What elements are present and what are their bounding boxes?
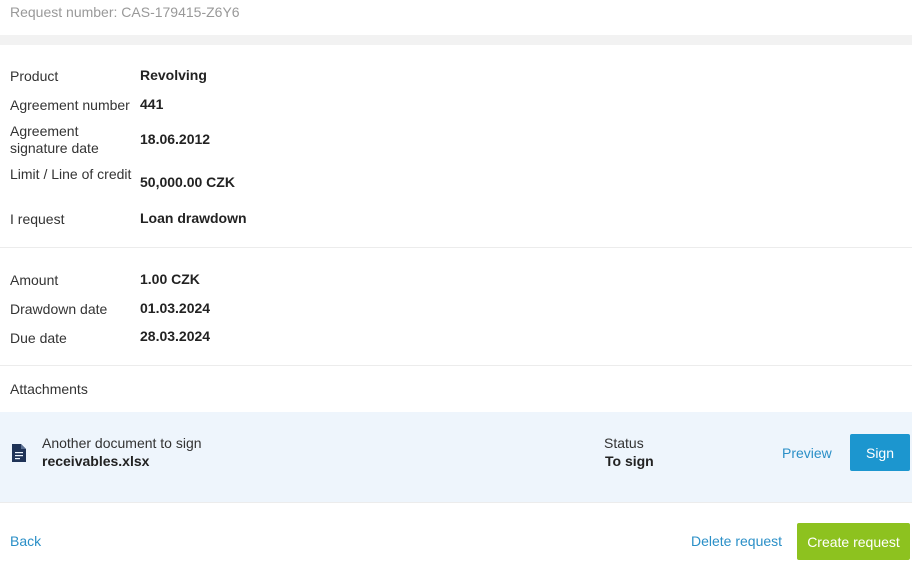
create-request-button[interactable]: Create request (797, 523, 910, 560)
attachment-file-name: receivables.xlsx (42, 453, 150, 469)
agreement-number-value: 441 (140, 96, 164, 112)
document-icon (12, 444, 26, 462)
limit-value: 50,000.00 CZK (140, 174, 235, 190)
section-divider (0, 365, 912, 366)
product-label: Product (10, 68, 59, 84)
drawdown-date-label: Drawdown date (10, 301, 108, 317)
request-type-label: I request (10, 211, 65, 227)
preview-link[interactable]: Preview (782, 445, 832, 461)
status-value: To sign (605, 453, 654, 469)
limit-label: Limit / Line of credit (10, 166, 132, 182)
amount-value: 1.00 CZK (140, 271, 200, 287)
attachment-title: Another document to sign (42, 435, 202, 451)
back-link[interactable]: Back (10, 533, 41, 549)
loan-drawdown-request-page: Request number: CAS-179415-Z6Y6 Product … (0, 0, 912, 576)
signature-date-label: Agreement signature date (10, 123, 99, 156)
signature-date-value: 18.06.2012 (140, 131, 211, 147)
status-label: Status (604, 435, 644, 451)
request-type-value: Loan drawdown (140, 210, 247, 226)
request-number: Request number: CAS-179415-Z6Y6 (10, 4, 240, 20)
attachment-item: Another document to sign receivables.xls… (0, 412, 912, 502)
product-value: Revolving (140, 67, 207, 83)
attachments-title: Attachments (10, 381, 88, 397)
section-divider (0, 247, 912, 248)
drawdown-date-value: 01.03.2024 (140, 300, 211, 316)
sign-button[interactable]: Sign (850, 434, 910, 471)
agreement-number-label: Agreement number (10, 97, 130, 113)
header-divider (0, 35, 912, 45)
due-date-value: 28.03.2024 (140, 328, 211, 344)
footer-divider (0, 502, 912, 503)
delete-request-link[interactable]: Delete request (691, 533, 782, 549)
amount-label: Amount (10, 272, 59, 288)
due-date-label: Due date (10, 330, 67, 346)
